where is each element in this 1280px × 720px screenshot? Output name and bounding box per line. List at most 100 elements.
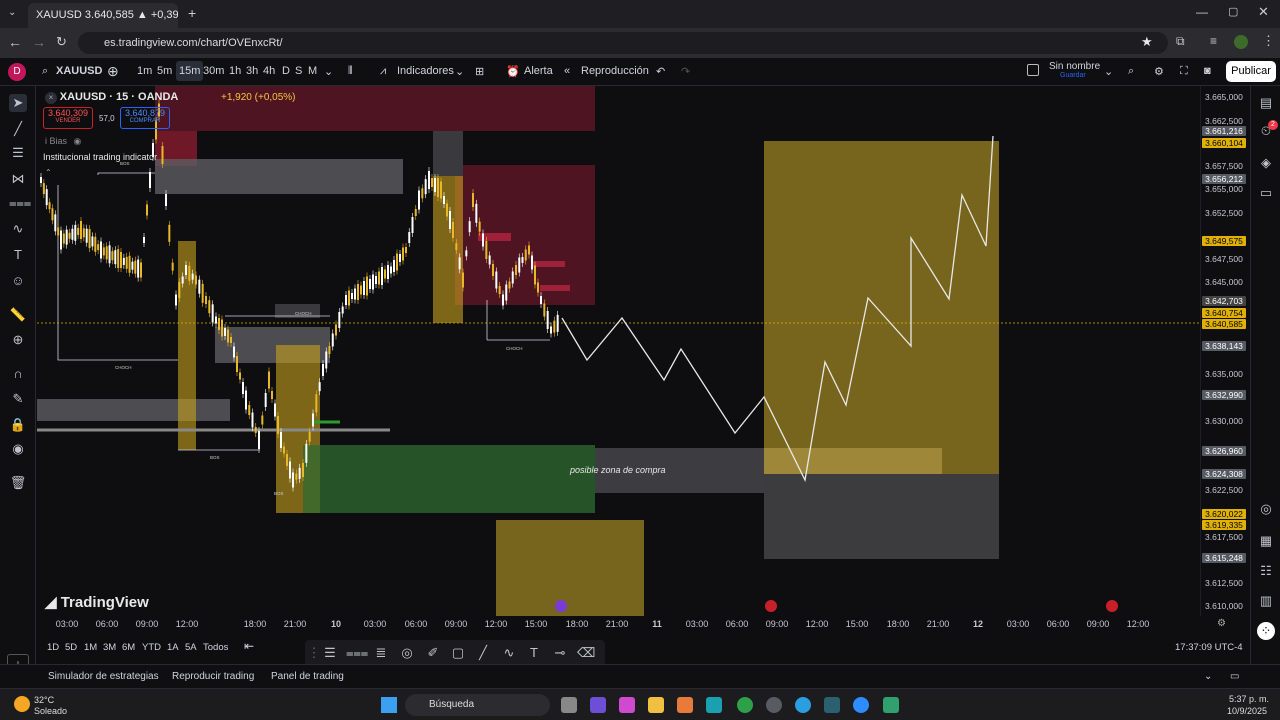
magnet-icon[interactable]: ∩ bbox=[9, 365, 27, 383]
range-1m[interactable]: 1M bbox=[84, 642, 97, 653]
weather-sun-icon[interactable] bbox=[14, 696, 30, 712]
tab-search-icon[interactable]: ⌄ bbox=[8, 7, 22, 21]
layouts-icon[interactable]: ⊞ bbox=[475, 65, 484, 78]
symbol-search-icon[interactable]: ⌕ bbox=[42, 65, 48, 78]
candle-type-icon[interactable]: ⫴ bbox=[348, 65, 353, 78]
interval-4h[interactable]: 4h bbox=[263, 65, 275, 77]
watchlist-icon[interactable]: ▤ bbox=[1257, 94, 1275, 112]
trash-icon[interactable]: 🗑 bbox=[9, 474, 27, 492]
minimize-icon[interactable]: — bbox=[1196, 5, 1208, 19]
goto-date-icon[interactable]: ⇤ bbox=[244, 639, 254, 653]
horizontal-lines-icon[interactable]: ☰ bbox=[9, 144, 27, 162]
event-marker-3[interactable] bbox=[1106, 600, 1118, 612]
browser-tab[interactable]: XAUUSD 3.640,585 ▲ +0,39% S bbox=[28, 3, 178, 28]
interval-dropdown-icon[interactable]: ⌄ bbox=[324, 65, 333, 78]
range-1d[interactable]: 1D bbox=[47, 642, 59, 653]
indicators-dropdown-icon[interactable]: ⌄ bbox=[455, 65, 464, 78]
fib-tool-icon[interactable]: ≣ bbox=[372, 644, 390, 662]
interval-3h[interactable]: 3h bbox=[246, 65, 258, 77]
settings-gear-icon[interactable]: ⚙ bbox=[1154, 65, 1164, 78]
interval-s[interactable]: S bbox=[295, 65, 302, 77]
windows-start-icon[interactable] bbox=[381, 697, 397, 713]
alert-icon[interactable]: ⏰ bbox=[506, 65, 520, 78]
panel-maximize-icon[interactable]: ▭ bbox=[1230, 671, 1239, 682]
layout-checkbox-icon[interactable] bbox=[1027, 64, 1039, 76]
text-tool-icon[interactable]: T bbox=[9, 246, 27, 264]
forward-icon[interactable]: → bbox=[32, 34, 46, 50]
taskbar-search[interactable]: Búsqueda bbox=[405, 694, 550, 716]
event-marker-2[interactable] bbox=[765, 600, 777, 612]
path-tool-icon[interactable]: ∿ bbox=[500, 644, 518, 662]
interval-30m[interactable]: 30m bbox=[203, 65, 224, 77]
interval-15m[interactable]: 15m bbox=[176, 61, 204, 81]
calendar-icon[interactable]: ▦ bbox=[1257, 532, 1275, 550]
replay-icon[interactable]: « bbox=[564, 65, 570, 77]
ruler-icon[interactable]: 📏 bbox=[9, 306, 27, 324]
brush-icon[interactable]: ∿ bbox=[9, 220, 27, 238]
cursor-icon[interactable]: ➤ bbox=[9, 94, 27, 112]
target-icon[interactable]: ◎ bbox=[1257, 500, 1275, 518]
chart-canvas[interactable]: CHOCH CHOCH CHOCH BOS BOS BOS posible zo… bbox=[37, 86, 1200, 616]
snapshot-camera-icon[interactable]: ◙ bbox=[1204, 65, 1211, 77]
indicator-name[interactable]: Institucional trading indicator bbox=[43, 152, 157, 162]
publish-button[interactable]: Publicar bbox=[1226, 61, 1276, 82]
sell-button[interactable]: 3.640,309 VENDER bbox=[43, 107, 93, 129]
undo-icon[interactable]: ↶ bbox=[656, 65, 665, 78]
panel-collapse-icon[interactable]: ⌄ bbox=[1204, 671, 1212, 682]
range-5d[interactable]: 5D bbox=[65, 642, 77, 653]
time-axis[interactable]: 03:00 06:00 09:00 12:00 18:00 21:00 10 03:00 06:… bbox=[37, 616, 1250, 634]
legend-collapse-icon[interactable]: × bbox=[45, 92, 57, 104]
url-field[interactable]: es.tradingview.com/chart/OVEnxcRt/ bbox=[78, 32, 1168, 54]
buy-button[interactable]: 3.640,879 COMPRAR bbox=[120, 107, 170, 129]
channel-tool-icon[interactable]: ⩶ bbox=[346, 644, 368, 662]
zoom-icon[interactable] bbox=[853, 697, 869, 713]
store-icon[interactable] bbox=[677, 697, 693, 713]
file-explorer-icon[interactable] bbox=[648, 697, 664, 713]
range-all[interactable]: Todos bbox=[203, 642, 228, 653]
fullscreen-icon[interactable]: ⛶ bbox=[1180, 65, 1188, 78]
new-tab-button[interactable]: + bbox=[188, 5, 196, 21]
app-icon[interactable] bbox=[883, 697, 899, 713]
redo-icon[interactable]: ↷ bbox=[681, 65, 690, 78]
symbol-name[interactable]: XAUUSD bbox=[56, 65, 102, 77]
hlines-tool-icon[interactable]: ☰ bbox=[321, 644, 339, 662]
interval-d[interactable]: D bbox=[282, 65, 290, 77]
range-ytd[interactable]: YTD bbox=[142, 642, 161, 653]
indicators-icon[interactable]: ⩘ bbox=[380, 65, 386, 78]
eye-icon[interactable]: ◉ bbox=[9, 440, 27, 458]
weather-temp[interactable]: 32°C bbox=[34, 695, 54, 705]
layout-name[interactable]: Sin nombre bbox=[1049, 61, 1100, 72]
text-tool-icon-2[interactable]: T bbox=[525, 644, 543, 662]
alert-button[interactable]: Alerta bbox=[524, 65, 553, 77]
clock-readout[interactable]: 17:37:09 UTC-4 bbox=[1175, 642, 1243, 653]
event-marker-1[interactable] bbox=[555, 600, 567, 612]
indicators-button[interactable]: Indicadores bbox=[397, 65, 454, 77]
fib-icon[interactable]: ⩶ bbox=[9, 194, 31, 212]
copilot-icon[interactable] bbox=[619, 697, 635, 713]
apps-grid-icon[interactable]: ⁘ bbox=[1257, 622, 1275, 640]
terminal-icon[interactable] bbox=[824, 697, 840, 713]
trend-line-icon[interactable]: ╱ bbox=[9, 120, 27, 138]
list-icon[interactable]: ☷ bbox=[1257, 562, 1275, 580]
back-icon[interactable]: ← bbox=[8, 34, 22, 50]
layers-icon[interactable]: ◈ bbox=[1257, 154, 1275, 172]
rect-tool-icon[interactable]: ▢ bbox=[449, 644, 467, 662]
range-5a[interactable]: 5A bbox=[185, 642, 197, 653]
edge-icon[interactable] bbox=[706, 697, 722, 713]
layout-dropdown-icon[interactable]: ⌄ bbox=[1104, 65, 1113, 78]
interval-m[interactable]: M bbox=[308, 65, 317, 77]
maximize-icon[interactable]: ▢ bbox=[1228, 5, 1238, 18]
quick-search-icon[interactable]: ⌕ bbox=[1128, 65, 1134, 78]
add-symbol-icon[interactable]: ⊕ bbox=[107, 63, 119, 80]
chat-app-icon[interactable] bbox=[590, 697, 606, 713]
range-3m[interactable]: 3M bbox=[103, 642, 116, 653]
telegram-icon[interactable] bbox=[795, 697, 811, 713]
bookmark-star-icon[interactable]: ★ bbox=[1141, 34, 1153, 50]
chrome-icon[interactable] bbox=[737, 697, 753, 713]
range-1a[interactable]: 1A bbox=[167, 642, 179, 653]
reload-icon[interactable]: ↻ bbox=[56, 34, 67, 50]
clock-time[interactable]: 5:37 p. m. bbox=[1229, 694, 1269, 704]
lock-icon[interactable]: 🔒 bbox=[9, 416, 27, 434]
emoji-icon[interactable]: ☺ bbox=[9, 272, 27, 290]
tab-trading-panel[interactable]: Panel de trading bbox=[271, 671, 344, 682]
